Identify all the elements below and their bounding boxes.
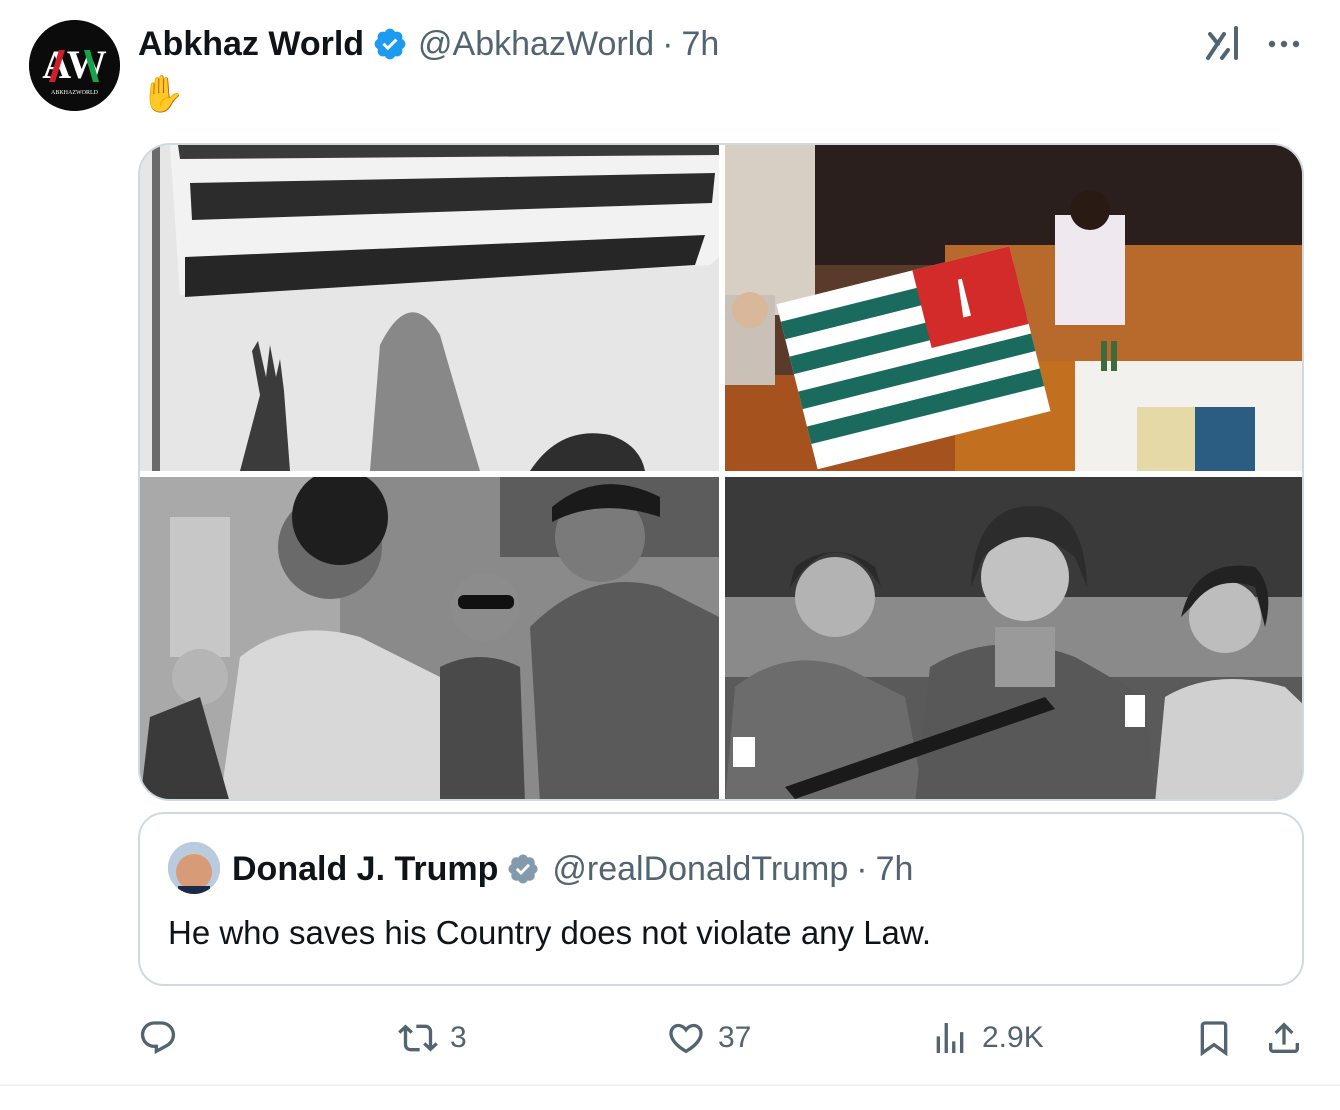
quoted-post-text: He who saves his Country does not violat… <box>168 914 932 951</box>
quoted-post-header: Donald J. Trump @realDonaldTrump · 7h <box>232 846 913 892</box>
like-button[interactable]: 37 <box>666 1010 751 1066</box>
bookmark-button[interactable] <box>1194 1010 1234 1066</box>
author-handle[interactable]: @AbkhazWorld <box>418 25 654 64</box>
quoted-post-time[interactable]: 7h <box>876 850 914 889</box>
quoted-author-handle[interactable]: @realDonaldTrump <box>552 850 848 889</box>
repost-button[interactable]: 3 <box>398 1010 467 1066</box>
like-icon <box>669 1023 703 1054</box>
post-time[interactable]: 7h <box>681 25 719 64</box>
reply-icon <box>140 1021 176 1055</box>
like-count: 37 <box>718 1021 752 1054</box>
more-icon[interactable] <box>1264 34 1304 54</box>
share-button[interactable] <box>1264 1010 1304 1066</box>
verified-badge-icon[interactable] <box>506 852 540 886</box>
views-icon <box>936 1023 964 1053</box>
separator-dot: · <box>662 24 674 63</box>
author-avatar[interactable]: AW ABKHAZWORLD <box>29 20 120 111</box>
share-icon <box>1269 1022 1299 1053</box>
quoted-post[interactable]: Donald J. Trump @realDonaldTrump · 7h He… <box>138 812 1304 986</box>
repost-icon <box>398 1024 438 1052</box>
action-bar: 3 37 2.9K <box>0 1010 1340 1066</box>
post-header: Abkhaz World @AbkhazWorld · 7h <box>138 22 719 66</box>
media-image-2[interactable] <box>725 145 1302 471</box>
avatar-logo-subtext: ABKHAZWORLD <box>51 90 99 96</box>
bookmark-icon <box>1200 1021 1228 1057</box>
media-image-4[interactable] <box>725 477 1302 799</box>
verified-badge-icon[interactable] <box>372 26 408 62</box>
post-text: ✋ <box>140 73 185 114</box>
quoted-author-name[interactable]: Donald J. Trump <box>232 850 498 889</box>
grok-icon[interactable] <box>1204 24 1242 62</box>
views-button[interactable]: 2.9K <box>930 1010 1044 1066</box>
reply-button[interactable] <box>138 1010 190 1066</box>
media-image-3[interactable] <box>140 477 719 799</box>
repost-count: 3 <box>450 1021 467 1054</box>
media-grid <box>138 143 1304 801</box>
author-name[interactable]: Abkhaz World <box>138 25 364 64</box>
quoted-author-avatar[interactable] <box>168 842 220 894</box>
views-count: 2.9K <box>982 1021 1044 1054</box>
post-divider <box>0 1084 1340 1086</box>
separator-dot: · <box>856 849 868 888</box>
media-image-1[interactable] <box>140 145 719 471</box>
